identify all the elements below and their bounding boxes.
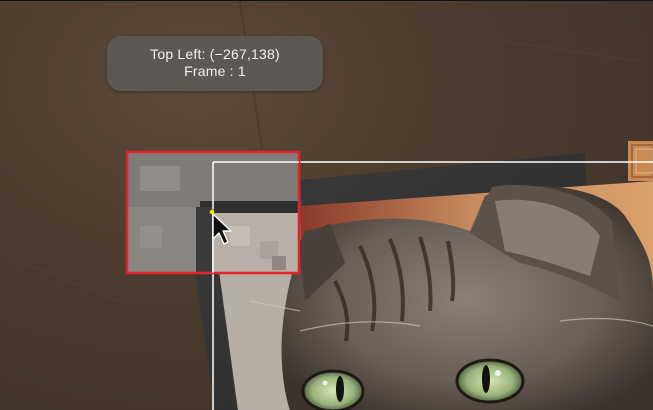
hud-position-line: Top Left: (−267,138) <box>107 46 323 63</box>
hud-position-label: Top Left: <box>150 46 206 62</box>
hud-coordinates: (−267,138) <box>209 46 280 62</box>
canvas-viewer[interactable]: Top Left: (−267,138) Frame : 1 <box>0 0 653 410</box>
cat-photo <box>249 181 653 410</box>
wood-frame-corner <box>628 141 653 181</box>
coordinates-hud: Top Left: (−267,138) Frame : 1 <box>107 36 323 91</box>
hud-frame-label: Frame : 1 <box>184 63 246 79</box>
